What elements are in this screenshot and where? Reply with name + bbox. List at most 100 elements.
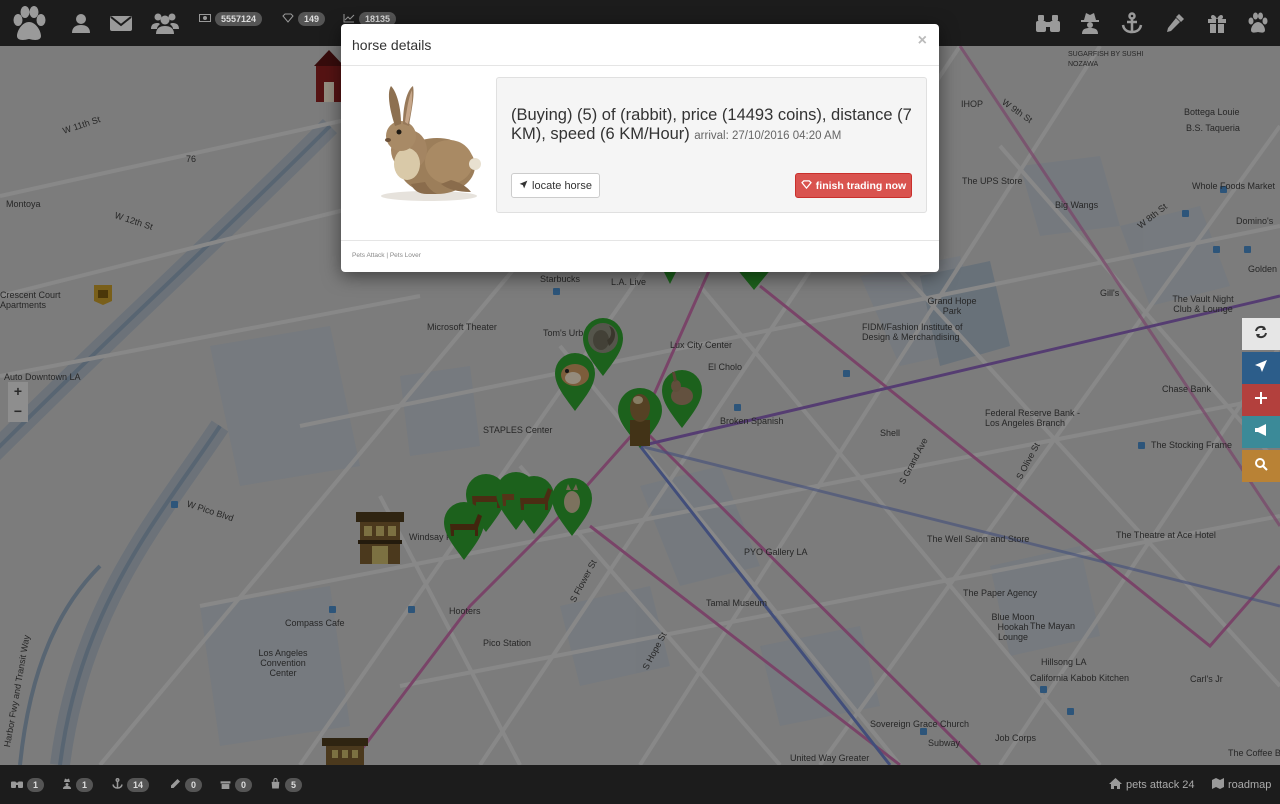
map-label: Crescent Court Apartments <box>0 290 61 310</box>
gift-count: 0 <box>235 778 253 792</box>
map-label: The Theatre at Ace Hotel <box>1116 530 1216 540</box>
map-label: California Kabob Kitchen <box>1030 673 1130 683</box>
diamonds-badge: 149 <box>298 12 326 26</box>
locate-horse-button[interactable]: locate horse <box>511 173 600 198</box>
search-button[interactable] <box>1242 450 1280 482</box>
animal-marker-cat[interactable] <box>550 476 594 538</box>
map-label: Starbucks <box>540 274 581 284</box>
map-label: Chase Bank <box>1162 384 1212 394</box>
animal-marker-hamster[interactable] <box>553 351 597 413</box>
gift-icon <box>220 778 231 792</box>
animal-marker-owl[interactable] <box>616 386 662 448</box>
horse-details-modal: horse details × (Buying) (5) of (rabbit)… <box>341 24 939 272</box>
binoculars-icon <box>11 778 23 792</box>
modal-footer: Pets Attack | Pets Lover <box>341 240 939 272</box>
map-label: Gill's <box>1100 288 1120 298</box>
trade-info-text: (Buying) (5) of (rabbit), price (14493 c… <box>511 106 912 144</box>
envelope-icon[interactable] <box>106 8 136 38</box>
anchor-icon[interactable] <box>1117 8 1147 38</box>
modal-header: horse details × <box>341 24 939 66</box>
trade-info-panel: (Buying) (5) of (rabbit), price (14493 c… <box>496 77 927 213</box>
arrival-time: arrival: 27/10/2016 04:20 AM <box>694 130 842 142</box>
coins-stat: 5557124 <box>199 10 263 28</box>
saloon-building-icon[interactable] <box>354 506 408 573</box>
paw-icon[interactable] <box>1243 8 1273 38</box>
money-icon <box>199 10 211 28</box>
user-secret-icon[interactable] <box>1075 8 1105 38</box>
home-icon <box>1109 778 1122 792</box>
plus-icon <box>1255 391 1267 409</box>
map-label: The Stocking Frame <box>1151 440 1233 450</box>
locate-horse-label: locate horse <box>532 179 592 192</box>
bag-count: 5 <box>285 778 303 792</box>
refresh-button[interactable] <box>1242 318 1280 350</box>
map-label: Lux City Center <box>670 340 733 350</box>
close-button[interactable]: × <box>918 32 927 50</box>
zoom-out-button[interactable]: − <box>8 402 28 422</box>
gift-box-icon[interactable] <box>93 284 113 311</box>
user-icon[interactable] <box>66 8 96 38</box>
anchor-counter[interactable]: 14 <box>112 778 150 792</box>
spy-counter[interactable]: 1 <box>62 778 94 792</box>
map-label: Montoya <box>6 199 41 209</box>
binoculars-icon[interactable] <box>1033 8 1063 38</box>
announce-button[interactable] <box>1242 416 1280 448</box>
map-label: Pico Station <box>483 638 532 648</box>
gift-icon[interactable] <box>1202 8 1232 38</box>
diamonds-stat: 149 <box>282 11 326 27</box>
home-link[interactable]: pets attack 24 <box>1109 778 1195 792</box>
map-label: Big Wangs <box>1055 200 1099 210</box>
paw-icon[interactable] <box>10 6 48 42</box>
map-label: Grand Hope Park <box>927 296 977 316</box>
eyedropper-count: 0 <box>185 778 203 792</box>
anchor-count: 14 <box>127 778 150 792</box>
anchor-icon <box>112 778 123 792</box>
animal-marker-rabbit[interactable] <box>660 368 704 430</box>
bottom-navbar: 1 1 14 0 0 5 pets attack 24 roadmap <box>0 765 1280 804</box>
eyedropper-icon[interactable] <box>1160 8 1190 38</box>
map-label: STAPLES Center <box>483 425 553 435</box>
map-label: The Mayan <box>1030 621 1076 631</box>
refresh-icon <box>1254 325 1268 344</box>
bullhorn-icon <box>1254 423 1268 441</box>
animal-marker-horse[interactable] <box>442 500 486 562</box>
map-label: L.A. Live <box>611 277 647 287</box>
saloon-building-icon[interactable] <box>322 736 368 765</box>
finish-trading-button[interactable]: finish trading now <box>795 173 912 198</box>
bag-counter[interactable]: 5 <box>270 778 303 792</box>
map-label: PYO Gallery LA <box>744 547 808 557</box>
map-label: Shell <box>880 428 901 438</box>
add-button[interactable] <box>1242 384 1280 416</box>
barn-building-icon[interactable] <box>314 46 344 109</box>
map-label: Job Corps <box>995 733 1037 743</box>
location-arrow-icon <box>1254 359 1268 378</box>
map-label: Golden <box>1248 264 1278 274</box>
eyedropper-icon <box>170 778 181 792</box>
map-label: Los Angeles Convention Center <box>258 648 308 678</box>
users-icon[interactable] <box>150 8 180 38</box>
map-label: Domino's <box>1236 216 1274 226</box>
finish-trading-label: finish trading now <box>815 179 907 192</box>
map-label: The Well Salon and Store <box>927 534 1030 544</box>
map-label: Bottega Louie <box>1184 107 1240 117</box>
map-label: Broken Spanish <box>720 416 784 426</box>
map-label: Auto Downtown LA <box>4 372 81 382</box>
user-secret-icon <box>62 778 72 792</box>
map-label: FIDM/Fashion Institute of Design & Merch… <box>862 322 963 342</box>
map-label: Hooters <box>449 606 481 616</box>
gift-counter[interactable]: 0 <box>220 778 253 792</box>
map-label: Microsoft Theater <box>427 322 497 332</box>
map-label: IHOP <box>961 99 984 109</box>
zoom-in-button[interactable]: + <box>8 382 28 402</box>
map-label: El Cholo <box>708 362 743 372</box>
locate-button[interactable] <box>1242 352 1280 384</box>
roadmap-link[interactable]: roadmap <box>1212 778 1271 792</box>
map-label: The UPS Store <box>962 176 1023 186</box>
map-label: The Vault Night Club & Lounge <box>1172 294 1234 314</box>
map-label: United Way Greater <box>790 753 870 763</box>
map-icon <box>1212 778 1224 792</box>
eyedropper-counter[interactable]: 0 <box>170 778 203 792</box>
modal-body: (Buying) (5) of (rabbit), price (14493 c… <box>341 66 939 240</box>
binoculars-counter[interactable]: 1 <box>11 778 45 792</box>
map-label: SUGARFISH BY SUSHI NOZAWA <box>1068 51 1144 68</box>
